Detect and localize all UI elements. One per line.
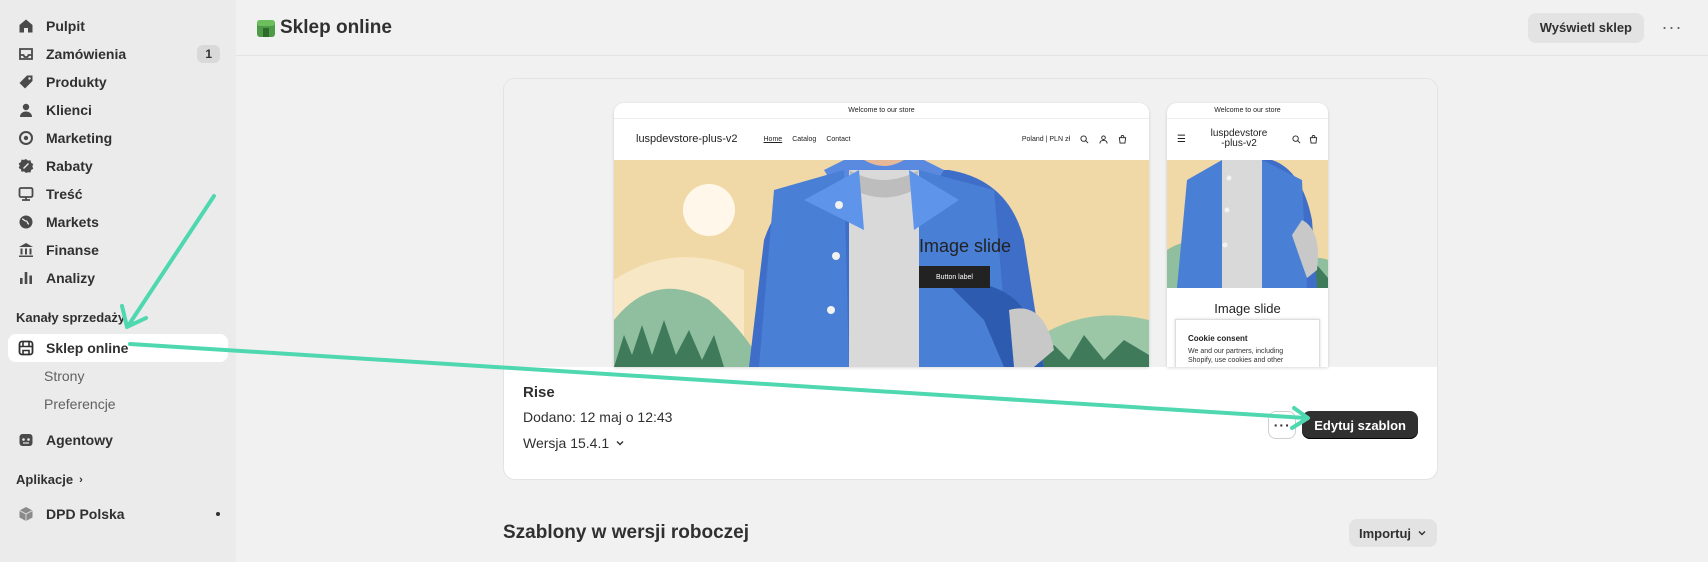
sales-channels-heading: Kanały sprzedaży [16,310,126,325]
hero-image [1167,160,1328,288]
page-title-text: Sklep online [280,16,392,38]
sidebar-item-label: Marketing [46,130,113,146]
sidebar-item-produkty[interactable]: Produkty [8,68,228,96]
store-header: ☰ luspdevstore -plus-v2 [1167,119,1328,159]
theme-info: Rise Dodano: 12 maj o 12:43 Wersja 15.4.… [523,384,672,451]
more-actions-button[interactable]: ··· [1656,13,1688,43]
store-nav-item: Contact [826,135,851,143]
apps-heading[interactable]: Aplikacje › [0,466,236,494]
page-title: Sklep online [256,17,392,39]
hero-title: Image slide [1214,301,1281,316]
view-store-button[interactable]: Wyświetl sklep [1527,12,1644,43]
bank-icon [16,240,36,260]
store-logo: luspdevstore-plus-v2 [636,133,738,145]
edit-theme-button[interactable]: Edytuj szablon [1302,411,1418,439]
chevron-right-icon: › [79,474,83,486]
sidebar-item-markets[interactable]: Markets [8,208,228,236]
cart-icon [1118,134,1127,144]
sidebar-item-marketing[interactable]: Marketing [8,124,228,152]
sidebar-item-label: Klienci [46,102,92,118]
store-icon [16,338,36,358]
sidebar-item-zamowienia[interactable]: Zamówienia 1 [8,40,228,68]
globe-icon [16,212,36,232]
store-icon [256,18,276,38]
pinned-dot [216,512,220,516]
bar-chart-icon [16,268,36,288]
sidebar: Pulpit Zamówienia 1 Produkty Klienci Mar… [0,0,236,562]
sidebar-item-finanse[interactable]: Finanse [8,236,228,264]
chevron-down-icon [1418,531,1426,536]
sidebar-item-agentowy[interactable]: Agentowy [8,426,228,454]
hero-button: Button label [919,266,990,288]
chevron-down-icon [616,441,624,446]
theme-added-date: Dodano: 12 maj o 12:43 [523,409,673,425]
tag-icon [16,72,36,92]
search-icon [1080,134,1089,143]
store-nav-item: Home [763,135,783,143]
sidebar-item-label: Analizy [46,270,96,286]
sidebar-item-analizy[interactable]: Analizy [8,264,228,292]
app-icon [16,504,36,524]
cookie-title: Cookie consent [1188,334,1248,343]
sidebar-item-rabaty[interactable]: Rabaty [8,152,228,180]
cookie-text: We and our partners, including Shopify, … [1188,348,1284,364]
theme-version: Wersja 15.4.1 [523,435,610,451]
store-logo-line: -plus-v2 [1221,138,1257,149]
sidebar-item-tresc[interactable]: Treść [8,180,228,208]
store-nav-item: Catalog [792,135,817,143]
sidebar-item-label: Produkty [46,74,107,90]
desktop-preview: Welcome to our store luspdevstore-plus-v… [614,103,1149,367]
cart-icon [1309,134,1318,144]
discount-icon [16,156,36,176]
sidebar-item-label: Agentowy [46,432,113,448]
mobile-preview: Welcome to our store ☰ luspdevstore -plu… [1167,103,1328,367]
sidebar-item-label: Treść [46,186,83,202]
search-icon [1292,134,1301,143]
current-theme-card: Welcome to our store luspdevstore-plus-v… [503,78,1438,480]
account-icon [1099,134,1108,144]
sidebar-item-label: DPD Polska [46,506,125,522]
apps-label: Aplikacje [16,472,74,487]
theme-version-toggle[interactable]: Wersja 15.4.1 [523,435,672,451]
inbox-icon [16,44,36,64]
home-icon [16,16,36,36]
sidebar-subitem-preferencje[interactable]: Preferencje [8,390,228,418]
locale-selector: Poland | PLN zł [1021,135,1070,143]
menu-icon: ☰ [1177,133,1186,145]
import-label: Importuj [1359,525,1411,541]
sidebar-item-dpd-polska[interactable]: DPD Polska [8,500,228,528]
store-header: luspdevstore-plus-v2 Home Catalog Contac… [614,119,1149,159]
store-nav: Home Catalog Contact [764,136,851,143]
announcement-bar: Welcome to our store [614,103,1149,119]
cookie-banner: Cookie consent We and our partners, incl… [1175,319,1320,367]
store-header-actions: Poland | PLN zł [1021,134,1127,144]
hero-image: Image slide Button label [614,160,1149,367]
hero-title: Image slide [919,236,1012,256]
theme-more-button[interactable]: ··· [1268,411,1297,439]
sidebar-subitem-strony[interactable]: Strony [8,362,228,390]
sidebar-item-label: Finanse [46,242,99,258]
sidebar-item-pulpit[interactable]: Pulpit [8,12,228,40]
page-header: Sklep online Wyświetl sklep ··· [236,0,1708,56]
theme-preview[interactable]: Welcome to our store luspdevstore-plus-v… [504,79,1437,367]
agent-icon [16,430,36,450]
sidebar-item-label: Markets [46,214,99,230]
sidebar-item-online-store[interactable]: Sklep online [8,334,228,362]
orders-count-badge: 1 [197,45,220,63]
announcement-bar: Welcome to our store [1167,103,1328,119]
target-icon [16,128,36,148]
theme-name: Rise [523,384,555,401]
sidebar-item-label: Zamówienia [46,46,127,62]
import-button[interactable]: Importuj [1349,519,1437,547]
sidebar-item-label: Rabaty [46,158,93,174]
sidebar-item-label: Pulpit [46,18,85,34]
sidebar-item-label: Sklep online [46,340,129,356]
store-logo: luspdevstore -plus-v2 [1186,129,1292,149]
sidebar-item-klienci[interactable]: Klienci [8,96,228,124]
draft-themes-heading: Szablony w wersji roboczej [503,522,750,543]
content-icon [16,184,36,204]
person-icon [16,100,36,120]
